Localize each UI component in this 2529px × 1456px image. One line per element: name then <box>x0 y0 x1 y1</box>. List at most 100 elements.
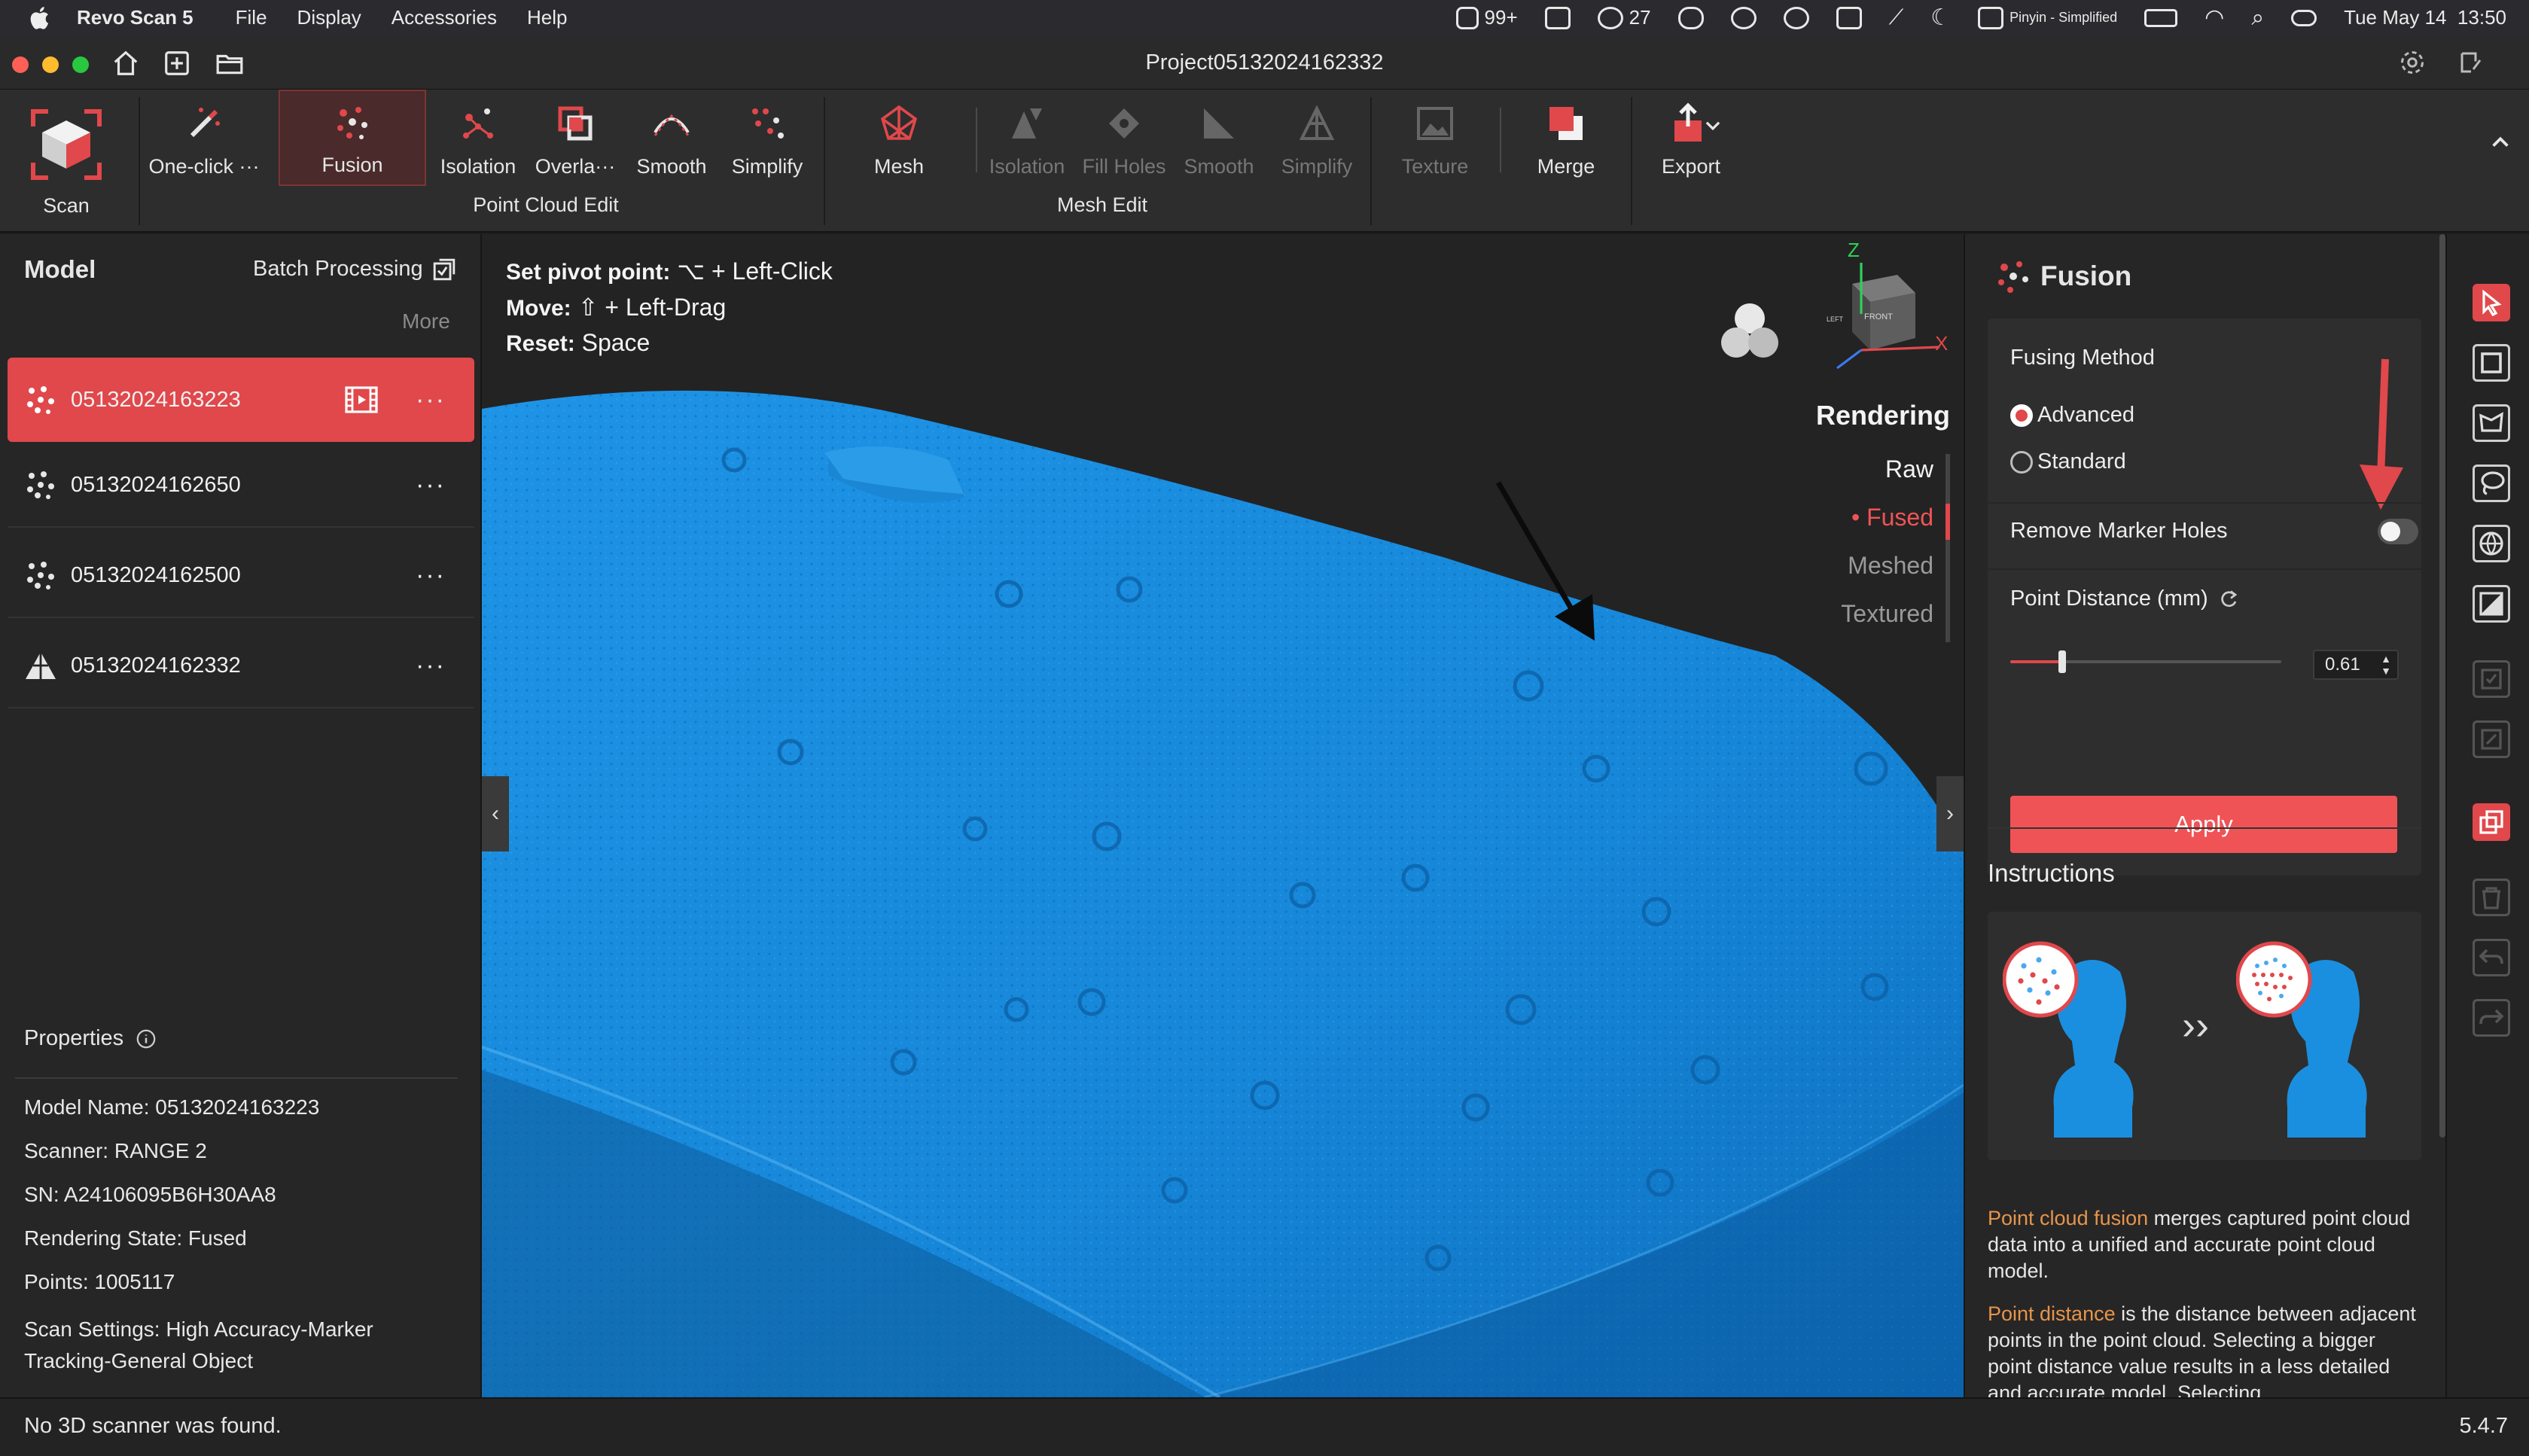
wifi-icon[interactable]: ◠ <box>2204 5 2224 31</box>
model-item-3[interactable]: 05132024162332 ··· <box>8 624 474 708</box>
fusion-header: Fusion <box>1992 255 2131 297</box>
menu-file[interactable]: File <box>236 6 267 29</box>
select-tool-button[interactable] <box>2473 284 2510 321</box>
collapse-right-panel-button[interactable]: › <box>1936 776 1964 851</box>
control-center-icon[interactable] <box>2291 9 2317 26</box>
ribbon-separator <box>1370 97 1372 225</box>
input-method[interactable]: Pinyin - Simplified <box>1978 6 2117 29</box>
tray-notifications[interactable]: 99+ <box>1455 6 1518 29</box>
moon-icon[interactable]: ☾ <box>1930 5 1951 31</box>
model-menu-button[interactable]: ··· <box>416 651 446 681</box>
point-cloud-icon <box>27 562 54 589</box>
datetime[interactable]: Tue May 14 13:50 <box>2344 6 2506 29</box>
refresh-icon[interactable] <box>2217 588 2240 611</box>
app-menu[interactable]: Revo Scan 5 <box>77 6 193 29</box>
render-textured[interactable]: Textured <box>1841 600 1933 628</box>
point-distance-spinbox[interactable]: 0.61 ▲ ▼ <box>2313 650 2399 680</box>
spinner-arrows-icon[interactable]: ▲ ▼ <box>2381 653 2391 677</box>
mesh-isolation-button[interactable]: Isolation <box>982 90 1072 186</box>
3d-viewport[interactable]: Set pivot point: ⌥ + Left-Click Move: ⇧ … <box>482 234 1964 1397</box>
magic-wand-icon <box>190 108 220 138</box>
feather-icon[interactable] <box>1730 6 1757 29</box>
apple-icon[interactable] <box>27 5 54 32</box>
mesh-simplify-button[interactable]: Simplify <box>1269 90 1364 186</box>
model-menu-button[interactable]: ··· <box>416 471 446 500</box>
slider-fill <box>2010 660 2061 663</box>
render-raw[interactable]: Raw <box>1885 455 1933 483</box>
vscode-icon[interactable] <box>1544 6 1571 29</box>
scanned-model[interactable] <box>482 234 1964 1397</box>
apply-button[interactable]: Apply <box>2010 796 2397 853</box>
fill-holes-button[interactable]: Fill Holes <box>1077 90 1172 186</box>
battery-icon[interactable] <box>2144 8 2178 27</box>
invert-select-button[interactable] <box>2473 585 2510 623</box>
copy-selection-button[interactable] <box>2473 803 2510 841</box>
render-meshed[interactable]: Meshed <box>1848 552 1933 580</box>
merge-button[interactable]: Merge <box>1510 90 1622 186</box>
redo-button[interactable] <box>2473 999 2510 1037</box>
prop-rendering-state: Rendering State: Fused <box>24 1226 247 1250</box>
rendering-panel: Rendering Raw • Fused Meshed Textured <box>1747 400 1950 648</box>
model-item-2[interactable]: 05132024162500 ··· <box>8 534 474 618</box>
advanced-label[interactable]: Advanced <box>2037 403 2134 428</box>
model-item-1[interactable]: 05132024162650 ··· <box>8 443 474 528</box>
search-icon[interactable]: ⌕ <box>2251 5 2264 31</box>
export-dropdown-chevron-icon[interactable] <box>1703 115 1723 135</box>
collapse-ribbon-chevron-icon[interactable] <box>2489 130 2512 153</box>
render-fused[interactable]: • Fused <box>1851 504 1933 532</box>
standard-label[interactable]: Standard <box>2037 449 2126 474</box>
trash-icon <box>2482 887 2500 909</box>
model-menu-button[interactable]: ··· <box>416 385 446 415</box>
mesh-icon <box>880 105 918 140</box>
view-cube-left-label: LEFT <box>1827 315 1844 323</box>
render-mode-icon[interactable] <box>1718 300 1781 361</box>
fusion-icon <box>1998 261 2028 293</box>
annotation-arrow <box>2360 358 2403 510</box>
rendering-title: Rendering <box>1815 400 1950 431</box>
model-menu-button[interactable]: ··· <box>416 561 446 590</box>
right-panel-scrollbar[interactable] <box>2439 234 2445 1138</box>
export-button[interactable]: Export <box>1641 90 1741 186</box>
batch-processing-button[interactable]: Batch Processing <box>253 257 456 282</box>
lasso-select-button[interactable] <box>2473 465 2510 502</box>
deselect-button[interactable] <box>2473 720 2510 758</box>
grammarly-icon[interactable] <box>1783 6 1809 29</box>
overlap-button[interactable]: Overla··· <box>529 90 622 186</box>
undo-button[interactable] <box>2473 939 2510 976</box>
texture-button[interactable]: Texture <box>1382 90 1488 186</box>
remove-marker-holes-toggle[interactable] <box>2378 519 2418 544</box>
point-distance-slider[interactable] <box>2010 650 2281 674</box>
mesh-smooth-button[interactable]: Smooth <box>1176 90 1262 186</box>
radio-standard[interactable] <box>2010 451 2033 474</box>
settings-gear-icon[interactable] <box>2399 49 2426 76</box>
fusion-button[interactable]: Fusion <box>279 90 426 186</box>
menu-help[interactable]: Help <box>527 6 567 29</box>
menu-display[interactable]: Display <box>297 6 361 29</box>
select-all-icon <box>2481 669 2502 690</box>
pen-icon[interactable]: ⟋ <box>1889 5 1904 30</box>
feedback-icon[interactable] <box>2457 49 2485 76</box>
slider-thumb[interactable] <box>2058 650 2066 673</box>
brush-select-button[interactable] <box>2473 525 2510 562</box>
select-all-button[interactable] <box>2473 660 2510 698</box>
point-distance-value[interactable]: 0.61 <box>2325 654 2360 675</box>
pc-simplify-button[interactable]: Simplify <box>721 90 813 186</box>
info-icon[interactable] <box>136 1028 157 1049</box>
collapse-left-panel-button[interactable]: ‹ <box>482 776 509 851</box>
delete-button[interactable] <box>2473 879 2510 916</box>
scan-button[interactable]: Scan <box>15 90 117 225</box>
more-link[interactable]: More <box>402 309 450 334</box>
pc-smooth-button[interactable]: Smooth <box>626 90 717 186</box>
cloud-icon[interactable] <box>1677 6 1704 29</box>
one-click-button[interactable]: One-click ··· <box>143 90 265 186</box>
film-icon[interactable] <box>345 386 378 413</box>
menu-accessories[interactable]: Accessories <box>392 6 497 29</box>
tray-wechat[interactable]: 27 <box>1597 6 1651 29</box>
polygon-select-button[interactable] <box>2473 404 2510 442</box>
mesh-button[interactable]: Mesh <box>839 90 959 186</box>
window-icon[interactable] <box>1836 6 1862 29</box>
isolation-button[interactable]: Isolation <box>431 90 526 186</box>
rect-select-button[interactable] <box>2473 344 2510 382</box>
radio-advanced[interactable] <box>2010 404 2033 427</box>
model-item-0[interactable]: 05132024163223 ··· <box>8 358 474 442</box>
